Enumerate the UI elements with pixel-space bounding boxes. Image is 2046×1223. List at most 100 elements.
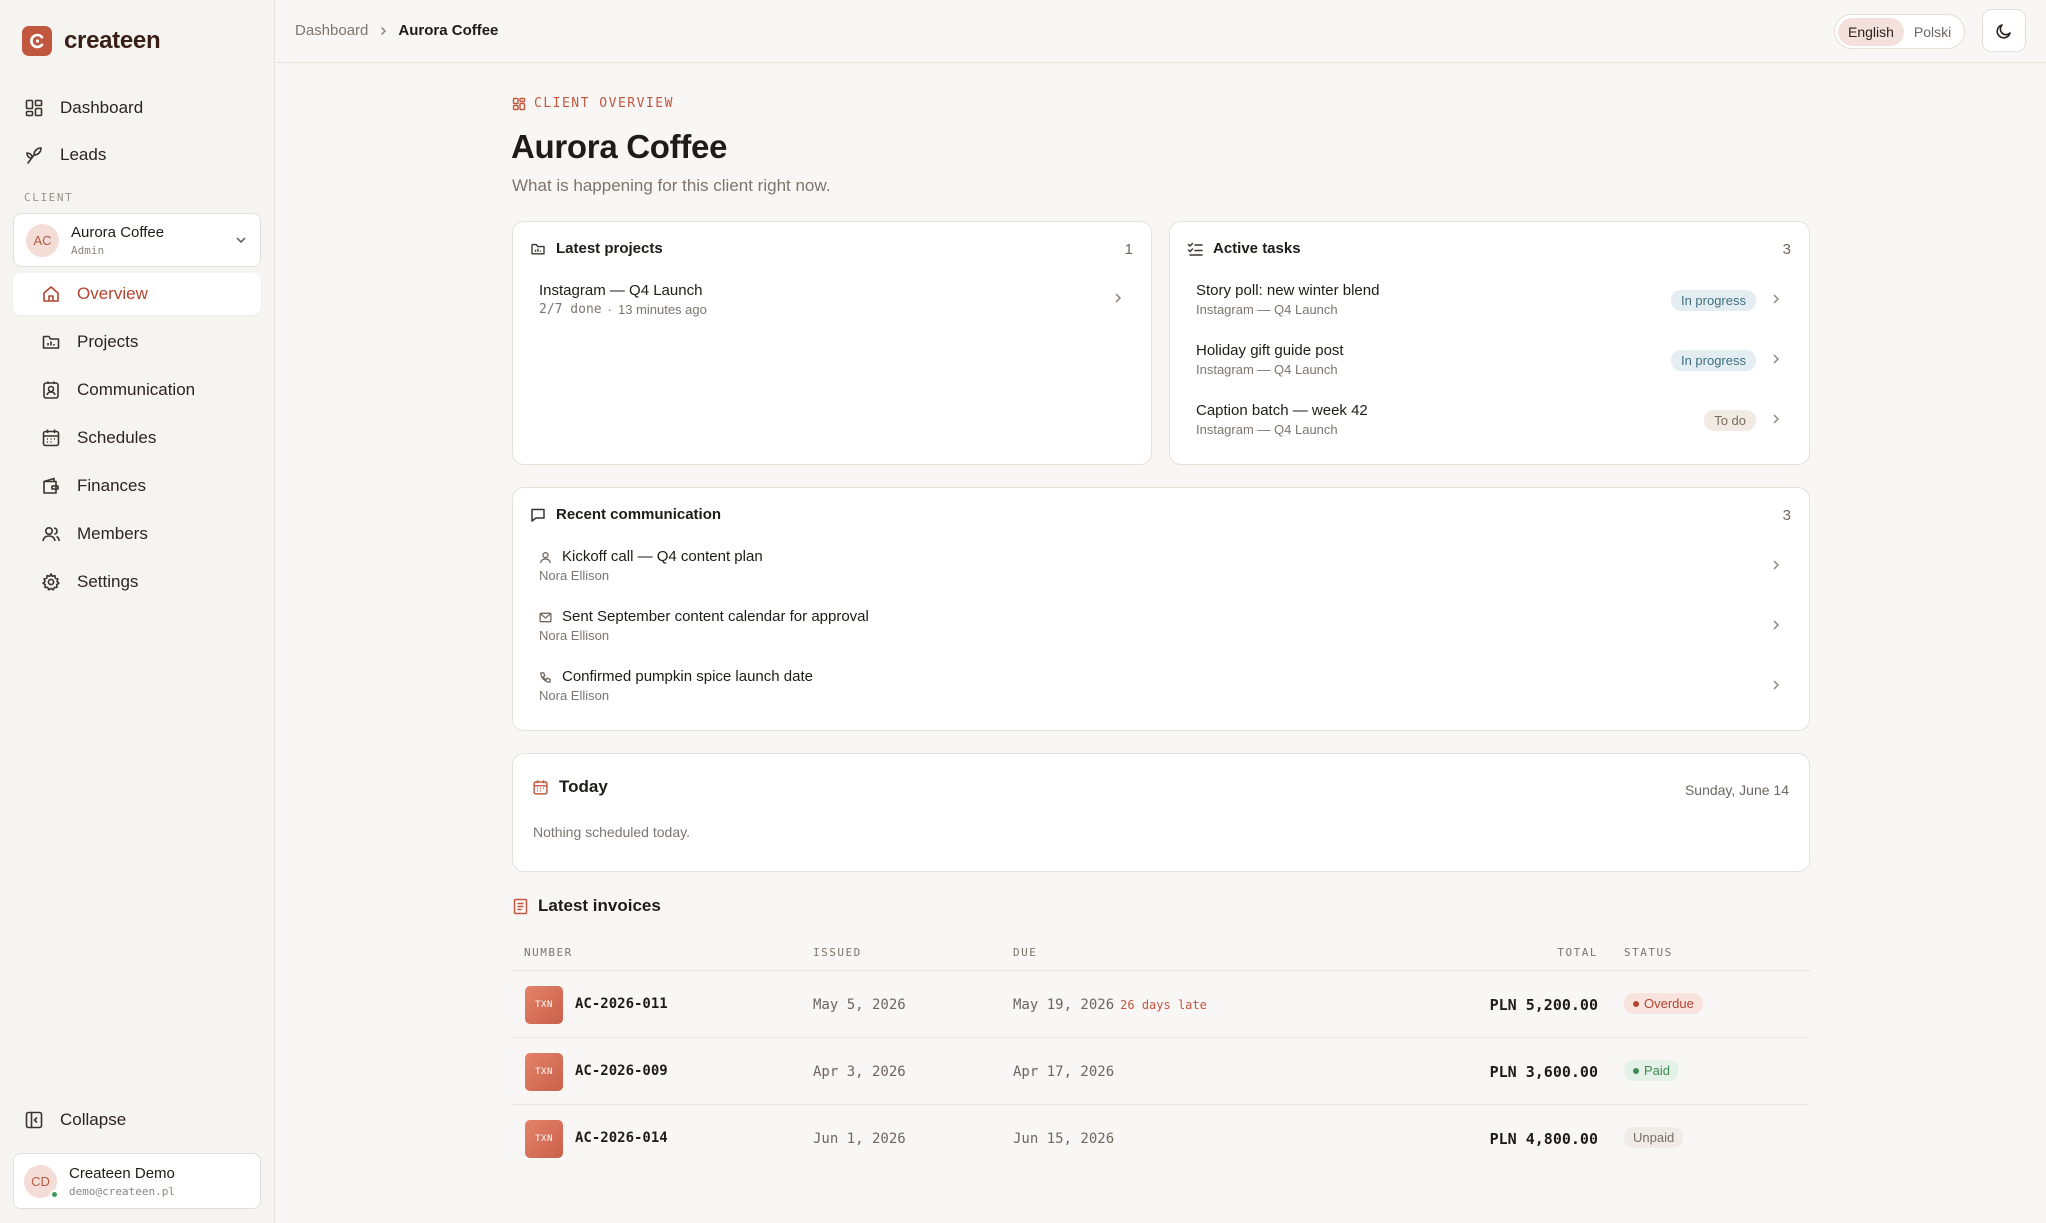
- card-count: 3: [1782, 507, 1791, 524]
- brand[interactable]: createen: [22, 26, 161, 56]
- users-icon: [41, 524, 61, 544]
- nav-item-finances[interactable]: Finances: [13, 465, 261, 507]
- project-row[interactable]: Instagram — Q4 Launch 2/7 done · 13 minu…: [513, 280, 1151, 330]
- status-badge: Overdue: [1624, 993, 1703, 1014]
- calendar-icon: [41, 428, 61, 448]
- client-switcher[interactable]: AC Aurora Coffee Admin: [13, 213, 261, 267]
- page-title: Aurora Coffee: [511, 128, 728, 165]
- project-meta: 2/7 done · 13 minutes ago: [539, 302, 707, 317]
- online-status-dot: [50, 1189, 59, 1199]
- theme-toggle-button[interactable]: [1982, 9, 2026, 52]
- receipt-icon: [513, 898, 528, 915]
- empty-state: Nothing scheduled today.: [533, 824, 690, 840]
- nav-item-dashboard[interactable]: Dashboard: [14, 84, 262, 131]
- chevron-right-icon: [1771, 293, 1781, 305]
- status-label: Paid: [1644, 1063, 1671, 1078]
- gear-icon: [41, 572, 61, 592]
- table-header: NUMBER ISSUED DUE TOTAL STATUS: [512, 935, 1810, 971]
- client-nav: Overview Projects Communication Schedule…: [13, 273, 261, 609]
- project-progress: 2/7 done: [539, 302, 602, 317]
- nav-item-settings[interactable]: Settings: [13, 561, 261, 603]
- invoice-total: PLN 4,800.00: [1489, 1130, 1598, 1148]
- task-row[interactable]: Story poll: new winter blend Instagram —…: [1170, 280, 1809, 326]
- status-badge: To do: [1704, 410, 1756, 431]
- nav-item-leads[interactable]: Leads: [14, 131, 262, 178]
- breadcrumb-dashboard[interactable]: Dashboard: [295, 22, 368, 39]
- chevron-right-icon: [1771, 619, 1781, 631]
- moon-icon: [1995, 22, 2013, 40]
- task-project: Instagram — Q4 Launch: [1196, 362, 1338, 377]
- table-row[interactable]: TXN AC-2026-014 Jun 1, 2026 Jun 15, 2026…: [512, 1105, 1810, 1172]
- checklist-icon: [1187, 241, 1203, 257]
- language-toggle: English Polski: [1834, 14, 1966, 49]
- phone-icon: [539, 671, 552, 684]
- invoices-header: Latest invoices: [513, 896, 661, 916]
- communication-row[interactable]: Sent September content calendar for appr…: [513, 606, 1809, 652]
- invoice-issued: Apr 3, 2026: [813, 1064, 906, 1080]
- card-title: Recent communication: [556, 506, 722, 523]
- today-date: Sunday, June 14: [1684, 782, 1789, 798]
- language-option-english[interactable]: English: [1838, 17, 1904, 46]
- communication-row[interactable]: Kickoff call — Q4 content plan Nora Elli…: [513, 546, 1809, 592]
- card-header: Today: [532, 777, 608, 797]
- task-project: Instagram — Q4 Launch: [1196, 422, 1338, 437]
- brand-logo-icon: [22, 26, 52, 56]
- invoice-due-date: Apr 17, 2026: [1013, 1064, 1115, 1080]
- collapse-button[interactable]: Collapse: [24, 1110, 126, 1130]
- invoice-number: AC-2026-009: [575, 1063, 668, 1079]
- chevron-down-icon: [234, 233, 248, 247]
- invoice-badge: TXN: [525, 1120, 563, 1158]
- folder-chart-icon: [530, 241, 546, 257]
- message-icon: [530, 507, 546, 523]
- language-option-polski[interactable]: Polski: [1904, 18, 1961, 46]
- today-card: Today Sunday, June 14 Nothing scheduled …: [512, 753, 1810, 872]
- nav-item-projects[interactable]: Projects: [13, 321, 261, 363]
- invoice-due-date: Jun 15, 2026: [1013, 1131, 1115, 1147]
- invoice-number: AC-2026-011: [575, 996, 668, 1012]
- nav-item-label: Projects: [77, 332, 139, 351]
- task-title: Story poll: new winter blend: [1196, 282, 1380, 299]
- column-due: DUE: [1013, 946, 1038, 959]
- nav-item-label: Schedules: [77, 428, 157, 447]
- sprout-icon: [24, 145, 44, 165]
- breadcrumb-current: Aurora Coffee: [398, 22, 499, 39]
- latest-projects-card: Latest projects 1 Instagram — Q4 Launch …: [512, 221, 1152, 465]
- invoice-due: May 19, 2026 26 days late: [1013, 997, 1207, 1013]
- invoices-title: Latest invoices: [538, 896, 661, 915]
- task-title: Holiday gift guide post: [1196, 342, 1344, 359]
- communication-row[interactable]: Confirmed pumpkin spice launch date Nora…: [513, 666, 1809, 712]
- recent-communication-card: Recent communication 3 Kickoff call — Q4…: [512, 487, 1810, 731]
- invoices-table: NUMBER ISSUED DUE TOTAL STATUS TXN AC-20…: [512, 935, 1810, 1172]
- topbar: Dashboard Aurora Coffee English Polski: [276, 0, 2046, 63]
- communication-title: Kickoff call — Q4 content plan: [562, 548, 763, 565]
- invoice-due-date: May 19, 2026: [1013, 997, 1115, 1013]
- status-label: Overdue: [1644, 996, 1694, 1011]
- eyebrow-label: CLIENT OVERVIEW: [534, 96, 674, 111]
- user-menu[interactable]: CD Createen Demo demo@createen.pl: [13, 1153, 261, 1209]
- meta-separator: ·: [607, 302, 612, 317]
- card-count: 3: [1782, 241, 1791, 258]
- breadcrumb: Dashboard Aurora Coffee: [295, 22, 498, 39]
- brand-name: createen: [64, 27, 161, 54]
- task-row[interactable]: Holiday gift guide post Instagram — Q4 L…: [1170, 340, 1809, 386]
- table-row[interactable]: TXN AC-2026-009 Apr 3, 2026 Apr 17, 2026…: [512, 1038, 1810, 1105]
- card-title: Today: [559, 777, 608, 796]
- active-tasks-card: Active tasks 3 Story poll: new winter bl…: [1169, 221, 1810, 465]
- nav-item-label: Dashboard: [60, 97, 144, 117]
- communication-author: Nora Ellison: [539, 568, 610, 583]
- chevron-right-icon: [1771, 353, 1781, 365]
- card-header: Recent communication: [530, 506, 721, 523]
- task-row[interactable]: Caption batch — week 42 Instagram — Q4 L…: [1170, 400, 1809, 446]
- table-row[interactable]: TXN AC-2026-011 May 5, 2026 May 19, 2026…: [512, 971, 1810, 1038]
- communication-author: Nora Ellison: [539, 628, 610, 643]
- project-time: 13 minutes ago: [617, 302, 707, 317]
- communication-author: Nora Ellison: [539, 688, 610, 703]
- status-dot: [1633, 1000, 1639, 1007]
- nav-item-members[interactable]: Members: [13, 513, 261, 555]
- nav-item-communication[interactable]: Communication: [13, 369, 261, 411]
- nav-item-overview[interactable]: Overview: [13, 273, 261, 315]
- nav-item-schedules[interactable]: Schedules: [13, 417, 261, 459]
- invoice-number: AC-2026-014: [575, 1130, 668, 1146]
- invoice-badge: TXN: [525, 986, 563, 1024]
- client-role: Admin: [71, 243, 105, 257]
